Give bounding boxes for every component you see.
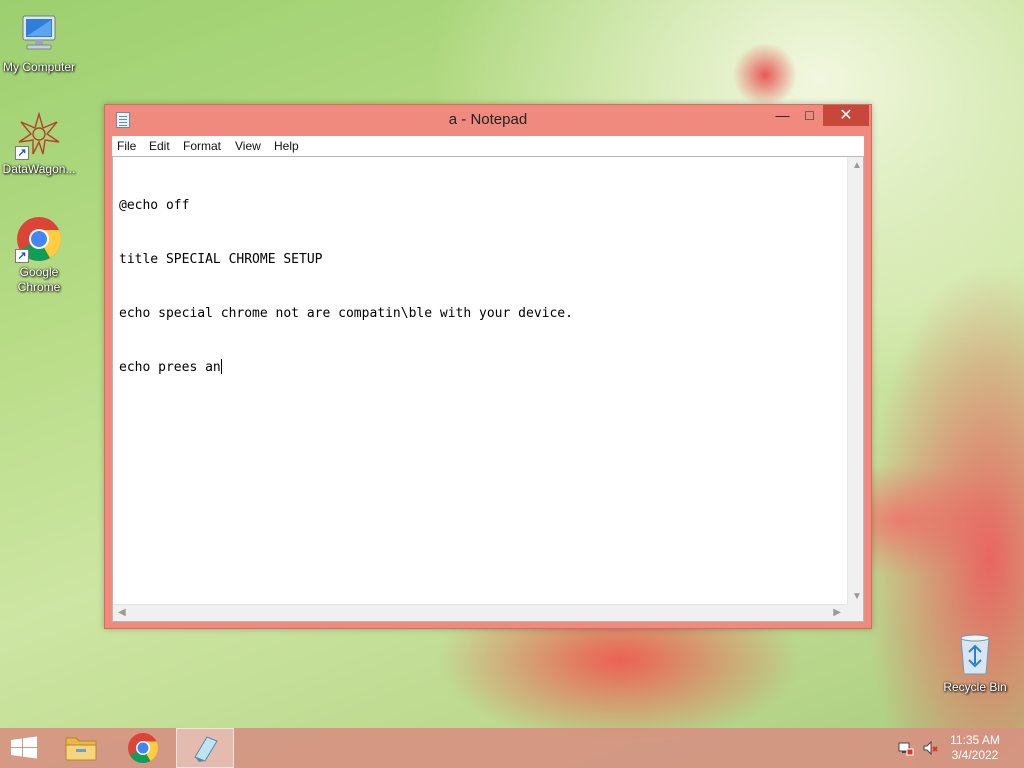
taskbar-file-explorer[interactable] xyxy=(52,728,110,768)
volume-muted-icon[interactable] xyxy=(922,740,938,756)
text-line: @echo off xyxy=(119,198,190,213)
notepad-icon xyxy=(194,736,218,762)
text-caret xyxy=(220,359,222,374)
desktop-icon-label: DataWagon... xyxy=(2,162,76,176)
computer-icon xyxy=(15,10,63,58)
taskbar-notepad[interactable] xyxy=(176,728,234,768)
scroll-left-icon[interactable]: ◀ xyxy=(118,607,126,618)
network-icon[interactable] xyxy=(898,740,914,756)
desktop-icon-label: My Computer xyxy=(2,60,76,74)
shortcut-arrow-icon: ↗ xyxy=(15,146,29,160)
desktop-icon-label: Google Chrome xyxy=(17,265,61,294)
taskbar: 11:35 AM 3/4/2022 xyxy=(0,728,1024,768)
folder-icon xyxy=(65,737,97,761)
menu-bar: File Edit Format View Help xyxy=(112,136,864,156)
text-line: echo special chrome not are compatin\ble… xyxy=(119,306,573,321)
clock-time: 11:35 AM xyxy=(950,733,1000,747)
close-button[interactable]: ✕ xyxy=(823,105,869,126)
recycle-bin-icon xyxy=(953,630,997,678)
notepad-window[interactable]: a - Notepad — □ ✕ File Edit Format View … xyxy=(104,104,872,629)
text-line: echo prees an xyxy=(119,360,221,375)
title-bar[interactable]: a - Notepad — □ ✕ xyxy=(105,105,871,135)
menu-help[interactable]: Help xyxy=(274,139,299,153)
menu-format[interactable]: Format xyxy=(183,139,221,153)
windows-logo-icon xyxy=(11,736,37,759)
desktop-icon-google-chrome[interactable]: ↗ Google Chrome xyxy=(0,215,78,295)
desktop-icon-recycle-bin[interactable]: Recycle Bin xyxy=(936,630,1014,695)
desktop-icon-datawagon[interactable]: ↗ DataWagon... xyxy=(0,111,78,177)
start-button[interactable] xyxy=(0,728,48,768)
text-editor[interactable]: @echo off title SPECIAL CHROME SETUP ech… xyxy=(112,156,864,622)
desktop-icon-my-computer[interactable]: My Computer xyxy=(0,10,78,75)
menu-view[interactable]: View xyxy=(235,139,261,153)
chrome-icon: ↗ xyxy=(15,215,63,263)
scroll-right-icon[interactable]: ▶ xyxy=(833,607,841,618)
minimize-button[interactable]: — xyxy=(769,105,796,126)
taskbar-chrome[interactable] xyxy=(114,728,172,768)
menu-file[interactable]: File xyxy=(117,139,136,153)
maximize-button[interactable]: □ xyxy=(796,105,823,126)
shortcut-arrow-icon: ↗ xyxy=(15,249,29,263)
text-line: title SPECIAL CHROME SETUP xyxy=(119,252,323,267)
editor-text-area[interactable]: @echo off title SPECIAL CHROME SETUP ech… xyxy=(119,161,847,601)
clock-date: 3/4/2022 xyxy=(951,748,999,762)
window-title: a - Notepad xyxy=(448,111,528,128)
scroll-up-icon[interactable]: ▲ xyxy=(852,160,862,171)
horizontal-scrollbar[interactable]: ◀ ▶ xyxy=(113,604,847,621)
menu-edit[interactable]: Edit xyxy=(149,139,170,153)
scroll-down-icon[interactable]: ▼ xyxy=(852,591,862,602)
desktop-icon-label: Recycle Bin xyxy=(943,680,1007,694)
vertical-scrollbar[interactable]: ▲ ▼ xyxy=(847,157,863,605)
taskbar-clock[interactable]: 11:35 AM 3/4/2022 xyxy=(944,733,1006,763)
datawagon-icon: ↗ xyxy=(15,111,63,160)
scroll-corner xyxy=(847,604,863,621)
chrome-icon xyxy=(128,733,158,764)
